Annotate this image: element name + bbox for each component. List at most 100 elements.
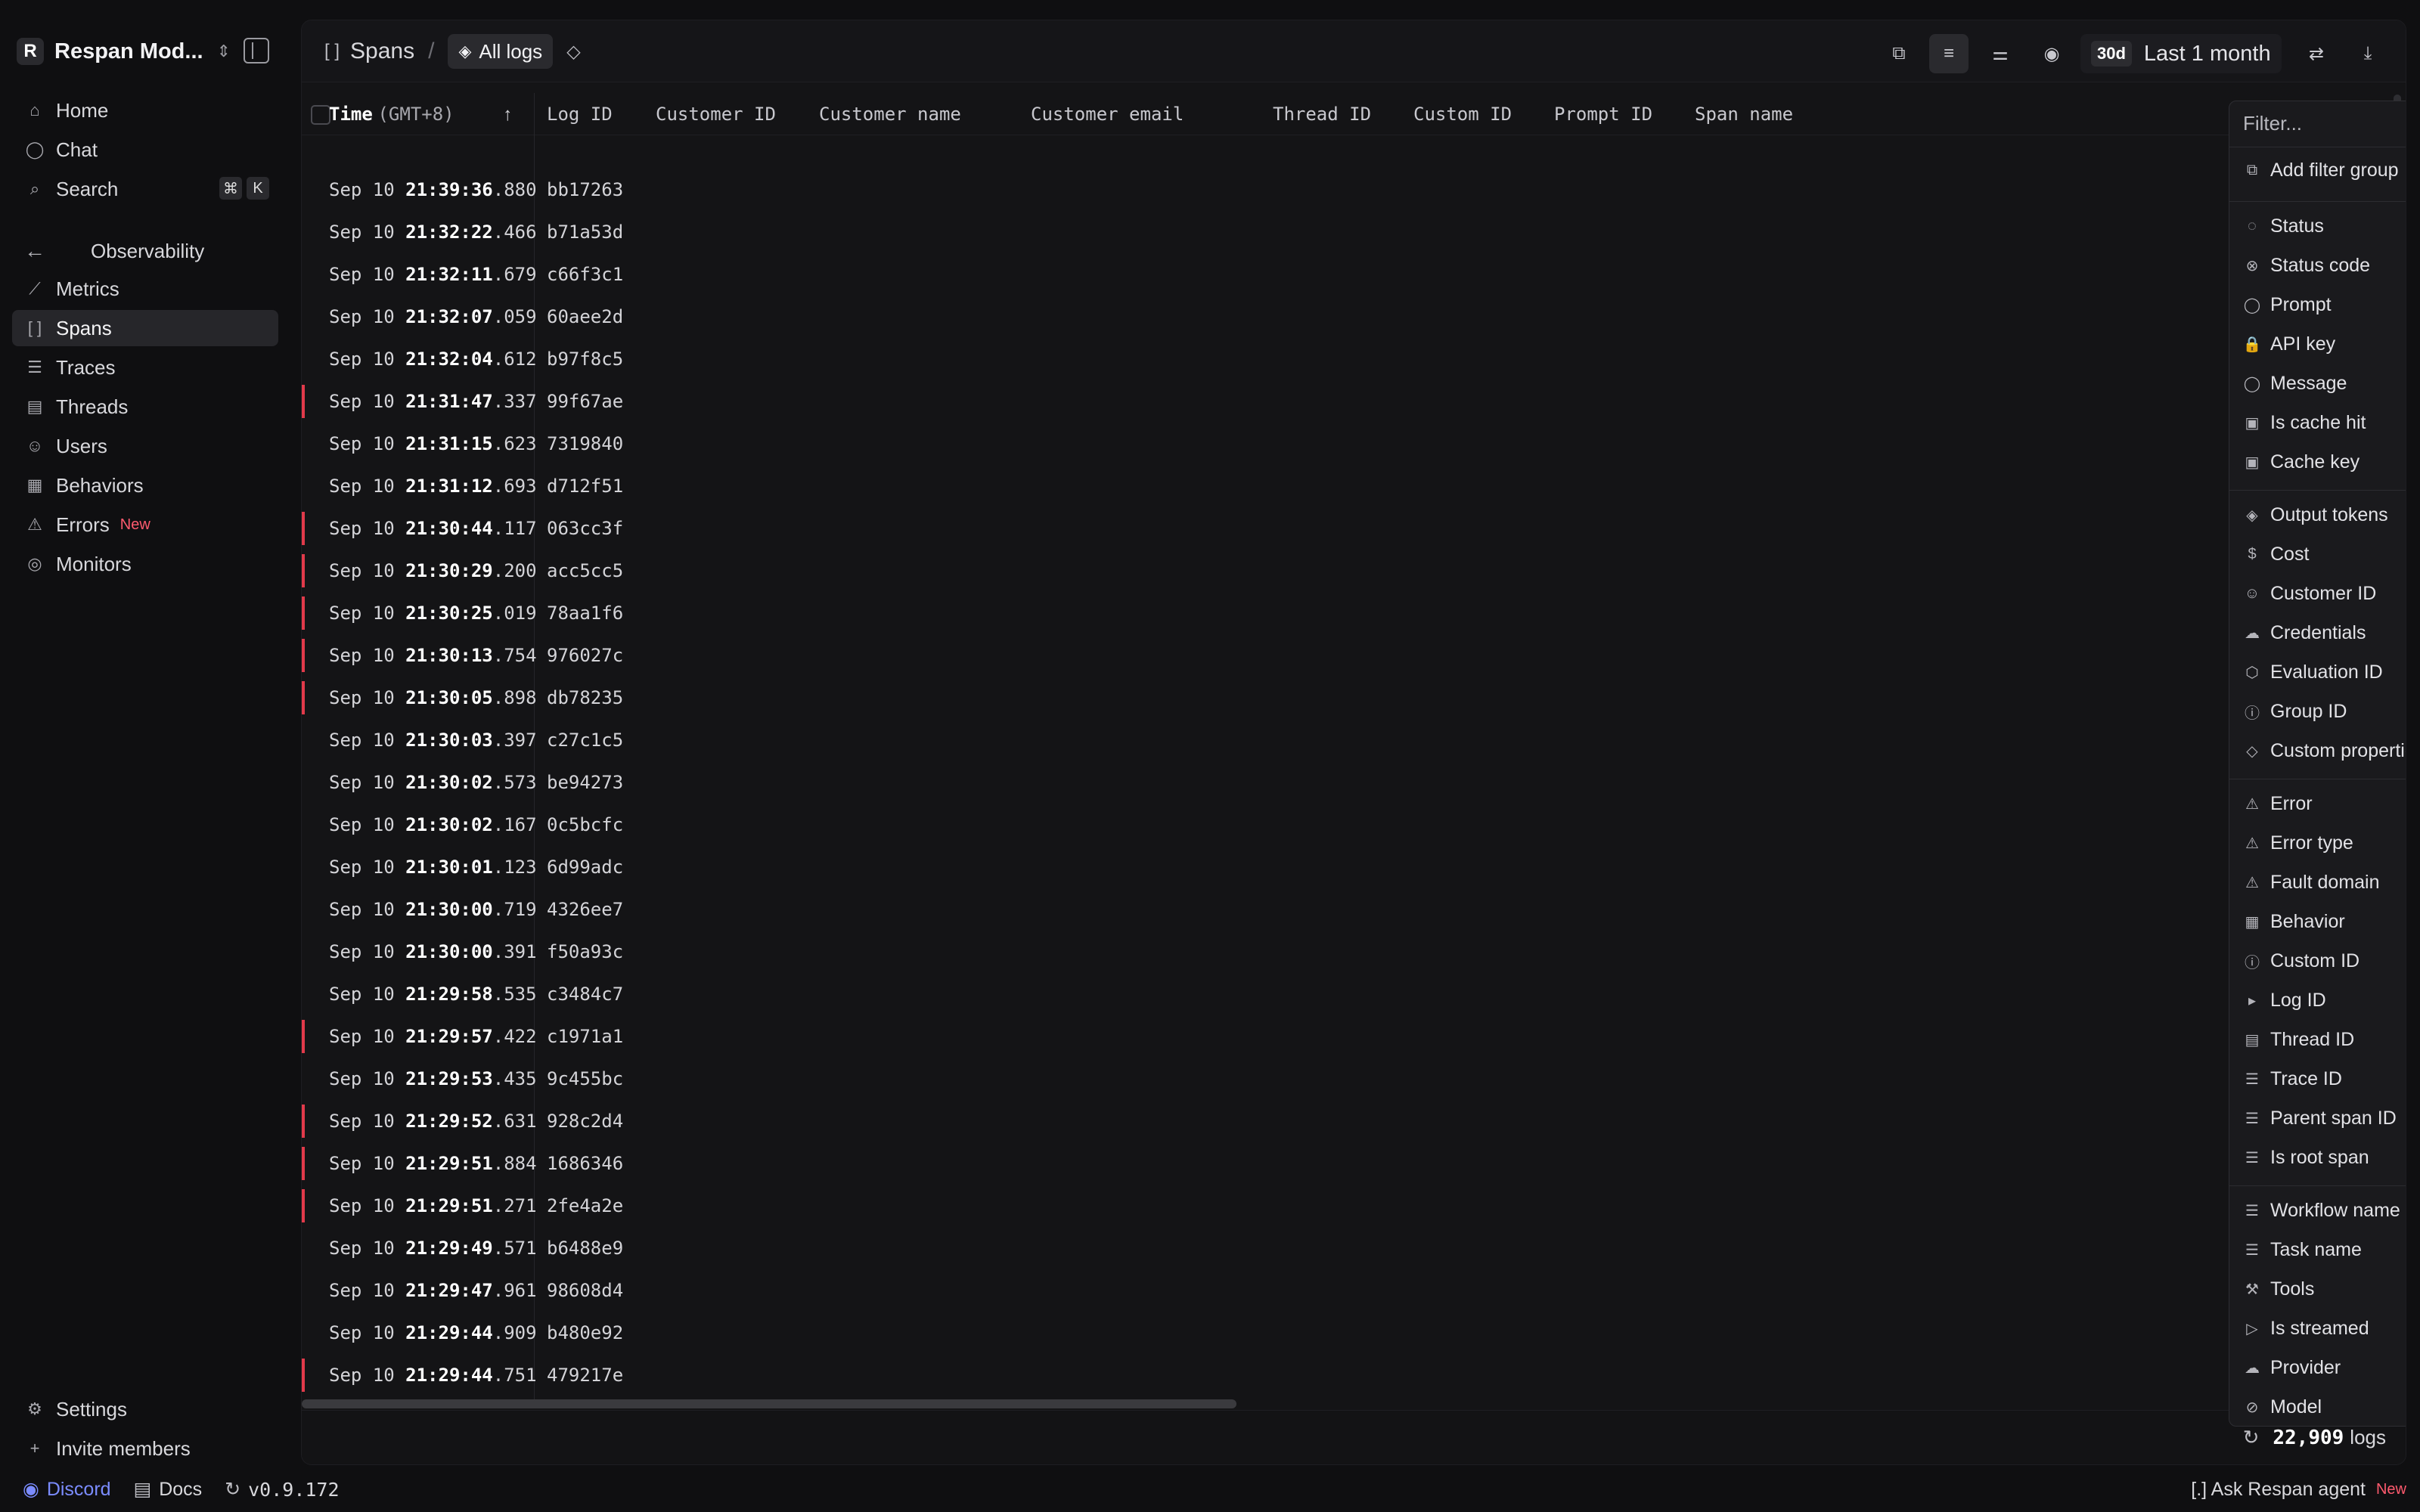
filter-option-behavior[interactable]: ▦Behavior› (2243, 904, 2406, 939)
breadcrumb-spans[interactable]: Spans (350, 39, 414, 64)
table-row[interactable]: Sep 10 21:29:44.751 479217e (302, 1354, 2406, 1396)
sidebar-item-settings[interactable]: ⚙ Settings (12, 1391, 278, 1427)
filter-option-is-streamed[interactable]: ▷Is streamed› (2243, 1311, 2406, 1346)
filter-option-prompt[interactable]: ◯Prompt› (2243, 287, 2406, 322)
table-row[interactable]: Sep 10 21:30:03.397 c27c1c5 (302, 719, 2406, 761)
sidebar-toggle-icon[interactable] (244, 38, 269, 64)
sidebar-item-monitors[interactable]: ◎ Monitors (12, 546, 278, 582)
nav-search[interactable]: ⌕ Search ⌘ K (12, 171, 278, 207)
sidebar-item-traces[interactable]: ☰ Traces (12, 349, 278, 386)
table-row[interactable]: Sep 10 21:29:47.961 98608d4 (302, 1269, 2406, 1312)
table-row[interactable]: Sep 10 21:30:02.167 0c5bcfc (302, 804, 2406, 846)
ask-agent-button[interactable]: [.] Ask Respan agent New (2191, 1479, 2406, 1501)
filter-option-trace-id[interactable]: ☰ Trace ID (2243, 1061, 2406, 1096)
column-header-thread-id[interactable]: Thread ID (1273, 104, 1371, 125)
filter-search-input[interactable]: Filter... (2243, 112, 2302, 135)
filter-option-status[interactable]: ◌Status› (2243, 209, 2406, 243)
view-button[interactable]: ◉ (2032, 34, 2071, 73)
table-row[interactable]: Sep 10 21:32:04.612 b97f8c5 (302, 338, 2406, 380)
download-button[interactable]: ⤓ (2348, 34, 2387, 73)
filter-option-output-tokens[interactable]: ◈ Output tokens (2243, 497, 2406, 532)
table-row[interactable]: Sep 10 21:29:57.422 c1971a1 (302, 1015, 2406, 1058)
sidebar-item-threads[interactable]: ▤ Threads (12, 389, 278, 425)
table-row[interactable]: Sep 10 21:30:13.754 976027c (302, 634, 2406, 677)
table-row[interactable]: Sep 10 21:29:49.571 b6488e9 (302, 1227, 2406, 1269)
filter-option-credentials[interactable]: ☁ Credentials (2243, 615, 2406, 650)
table-row[interactable]: Sep 10 21:29:51.884 1686346 (302, 1142, 2406, 1185)
filter-option-customer-id[interactable]: ☺ Customer ID (2243, 576, 2406, 611)
filter-option-message[interactable]: ◯ Message (2243, 366, 2406, 401)
filter-option-error-type[interactable]: ⚠Error type› (2243, 826, 2406, 860)
table-row[interactable]: Sep 10 21:30:02.573 be94273 (302, 761, 2406, 804)
table-row[interactable]: Sep 10 21:32:11.679 c66f3c1 (302, 253, 2406, 296)
filter-button[interactable]: ≡ (1929, 34, 1969, 73)
add-filter-group-button[interactable]: ⧉ Add filter group (2243, 153, 2406, 187)
column-header-custom-id[interactable]: Custom ID (1413, 104, 1512, 125)
date-range-picker[interactable]: 30d Last 1 month (2080, 34, 2282, 73)
sidebar-item-metrics[interactable]: ⟋ Metrics (12, 271, 278, 307)
observability-back[interactable]: ← Observability (24, 236, 204, 266)
sidebar-item-behaviors[interactable]: ▦ Behaviors (12, 467, 278, 503)
filter-option-is-root-span[interactable]: ☰Is root span› (2243, 1140, 2406, 1175)
filter-option-log-id[interactable]: ▸ Log ID (2243, 983, 2406, 1018)
view-layers-icon[interactable]: ◇ (566, 41, 580, 63)
table-row[interactable]: Sep 10 21:31:12.693 d712f51 (302, 465, 2406, 507)
refresh-icon[interactable]: ↻ (2243, 1426, 2260, 1449)
table-row[interactable]: Sep 10 21:30:05.898 db78235 (302, 677, 2406, 719)
column-header-customer-id[interactable]: Customer ID (656, 104, 776, 125)
column-header-log-id[interactable]: Log ID (547, 104, 613, 125)
column-header-prompt-id[interactable]: Prompt ID (1554, 104, 1652, 125)
filter-option-thread-id[interactable]: ▤ Thread ID (2243, 1022, 2406, 1057)
copy-button[interactable]: ⧉ (1879, 34, 1919, 73)
column-header-customer-email[interactable]: Customer email (1031, 104, 1184, 125)
filter-option-api-key[interactable]: 🔒API key› (2243, 327, 2406, 361)
sort-arrow-icon[interactable]: ↑ (503, 104, 512, 125)
columns-button[interactable]: ⇄ (2297, 34, 2336, 73)
filter-option-cost[interactable]: $ Cost (2243, 537, 2406, 572)
table-row[interactable]: Sep 10 21:30:25.019 78aa1f6 (302, 592, 2406, 634)
filter-option-evaluation-id[interactable]: ⬡ Evaluation ID (2243, 655, 2406, 689)
filter-option-workflow-name[interactable]: ☰ Workflow name (2243, 1193, 2406, 1228)
sidebar-item-users[interactable]: ☺ Users (12, 428, 278, 464)
table-row[interactable]: Sep 10 21:32:22.466 b71a53d (302, 211, 2406, 253)
filter-option-parent-span-id[interactable]: ☰ Parent span ID (2243, 1101, 2406, 1136)
discord-link[interactable]: ◉ Discord (23, 1478, 111, 1501)
table-row[interactable]: Sep 10 21:30:00.391 f50a93c (302, 931, 2406, 973)
filter-option-custom-properties[interactable]: ◇Custom properties› (2243, 733, 2406, 768)
filter-option-model[interactable]: ⊘Model› (2243, 1390, 2406, 1424)
table-row[interactable]: Sep 10 21:39:36.880 bb17263 (302, 169, 2406, 211)
docs-link[interactable]: ▤ Docs (134, 1478, 203, 1501)
filter-option-is-cache-hit[interactable]: ▣Is cache hit› (2243, 405, 2406, 440)
nav-home[interactable]: ⌂ Home (12, 92, 278, 129)
table-row[interactable]: Sep 10 21:30:00.719 4326ee7 (302, 888, 2406, 931)
table-row[interactable]: Sep 10 21:30:29.200 acc5cc5 (302, 550, 2406, 592)
adjust-button[interactable]: ⚌ (1981, 34, 2020, 73)
sidebar-item-errors[interactable]: ⚠ Errors New (12, 507, 278, 543)
table-row[interactable]: Sep 10 21:31:15.623 7319840 (302, 423, 2406, 465)
table-row[interactable]: Sep 10 21:29:58.535 c3484c7 (302, 973, 2406, 1015)
column-header-span-name[interactable]: Span name (1695, 104, 1793, 125)
filter-option-status-code[interactable]: ⊗Status code› (2243, 248, 2406, 283)
filter-option-fault-domain[interactable]: ⚠Fault domain› (2243, 865, 2406, 900)
sidebar-item-spans[interactable]: [ ] Spans (12, 310, 278, 346)
table-row[interactable]: Sep 10 21:29:52.631 928c2d4 (302, 1100, 2406, 1142)
version-info[interactable]: ↻ v0.9.172 (225, 1478, 339, 1501)
horizontal-scrollbar[interactable] (302, 1399, 1236, 1408)
filter-option-custom-id[interactable]: ⓘ Custom ID (2243, 943, 2406, 978)
filter-option-tools[interactable]: ⚒Tools› (2243, 1272, 2406, 1306)
table-row[interactable]: Sep 10 21:29:53.435 9c455bc (302, 1058, 2406, 1100)
filter-option-group-id[interactable]: ⓘ Group ID (2243, 694, 2406, 729)
filter-option-provider[interactable]: ☁Provider› (2243, 1350, 2406, 1385)
tab-all-logs[interactable]: ◈ All logs (448, 34, 554, 69)
filter-option-error[interactable]: ⚠ Error (2243, 786, 2406, 821)
table-row[interactable]: Sep 10 21:29:44.909 b480e92 (302, 1312, 2406, 1354)
filter-option-task-name[interactable]: ☰ Task name (2243, 1232, 2406, 1267)
nav-chat[interactable]: ◯ Chat (12, 132, 278, 168)
column-header-time[interactable]: Time (GMT+8) ↑ (329, 104, 512, 125)
column-header-customer-name[interactable]: Customer name (819, 104, 961, 125)
table-row[interactable]: Sep 10 21:31:47.337 99f67ae (302, 380, 2406, 423)
sidebar-item-invite[interactable]: + Invite members (12, 1430, 278, 1467)
table-row[interactable]: Sep 10 21:29:51.271 2fe4a2e (302, 1185, 2406, 1227)
select-all-checkbox[interactable] (311, 105, 330, 125)
filter-option-cache-key[interactable]: ▣ Cache key (2243, 445, 2406, 479)
